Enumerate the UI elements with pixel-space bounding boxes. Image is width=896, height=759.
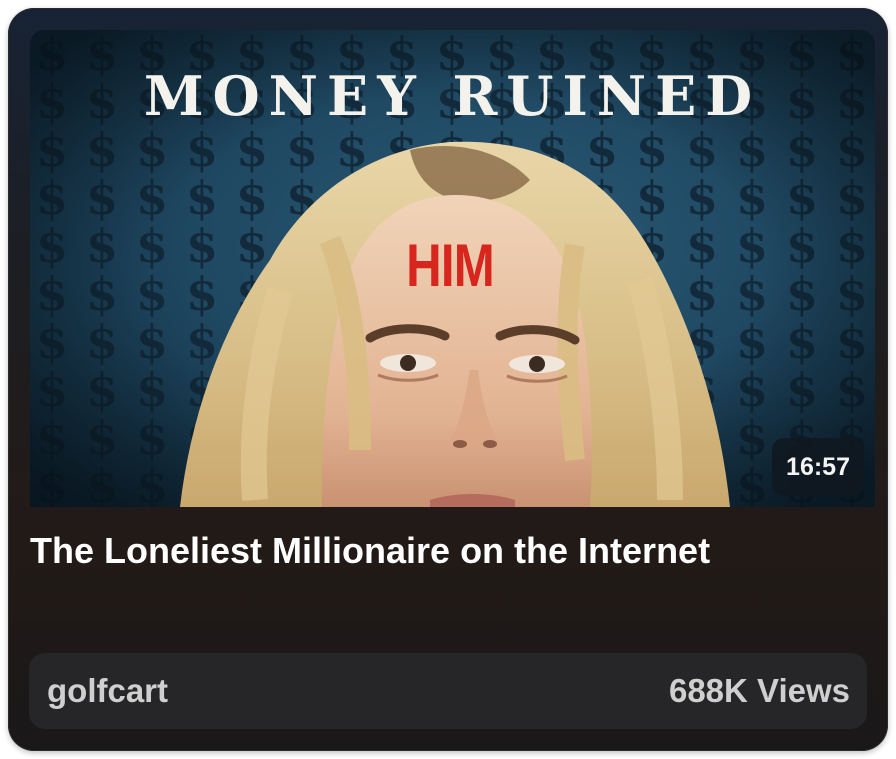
duration-badge: 16:57 (772, 438, 864, 496)
thumbnail-headline: MONEY RUINED (143, 64, 762, 128)
channel-name[interactable]: golfcart (47, 653, 168, 729)
thumbnail-subheadline: HIM (406, 232, 495, 299)
video-title[interactable]: The Loneliest Millionaire on the Interne… (30, 530, 860, 572)
card-footer: golfcart 688K Views (29, 653, 867, 729)
video-thumbnail[interactable]: $ (30, 30, 875, 507)
view-count: 688K Views (668, 672, 850, 709)
video-card[interactable]: $ (8, 8, 888, 751)
